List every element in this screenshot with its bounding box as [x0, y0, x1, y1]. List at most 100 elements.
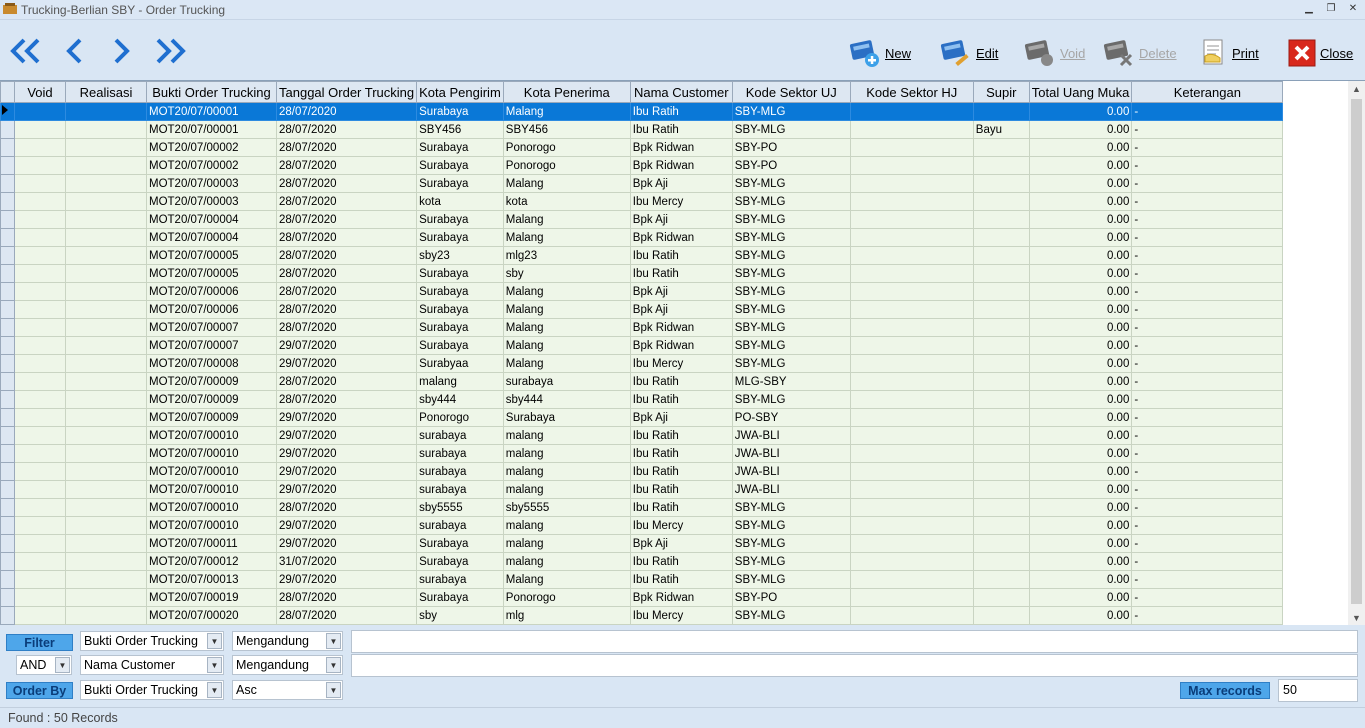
last-record-button[interactable]	[150, 33, 190, 69]
cell-supir[interactable]	[972, 264, 1030, 283]
cell-realisasi[interactable]	[65, 408, 147, 427]
cell-supir[interactable]	[972, 156, 1030, 175]
dropdown-arrow-icon[interactable]: ▼	[207, 682, 222, 698]
cell-supir[interactable]	[972, 498, 1030, 517]
cell-realisasi[interactable]	[65, 570, 147, 589]
table-row[interactable]: MOT20/07/00019 28/07/2020 Surabaya Ponorogo…	[0, 588, 1284, 607]
void-button[interactable]: Void	[1024, 36, 1085, 70]
cell-tanggal-order[interactable]: 28/07/2020	[275, 318, 418, 337]
row-indicator[interactable]	[0, 210, 15, 229]
cell-kode-sektor-hj[interactable]	[849, 300, 974, 319]
cell-kota-pengirim[interactable]: surabaya	[416, 516, 504, 535]
cell-total-uang-muka[interactable]: 0.00	[1028, 138, 1133, 157]
cell-kota-pengirim[interactable]: surabaya	[416, 570, 504, 589]
row-indicator[interactable]	[0, 534, 15, 553]
table-row[interactable]: MOT20/07/00005 28/07/2020 Surabaya sby Ibu R…	[0, 264, 1284, 283]
cell-tanggal-order[interactable]: 28/07/2020	[275, 174, 418, 193]
cell-realisasi[interactable]	[65, 138, 147, 157]
cell-tanggal-order[interactable]: 28/07/2020	[275, 264, 418, 283]
row-indicator[interactable]	[0, 120, 15, 139]
scroll-up-icon[interactable]: ▲	[1348, 81, 1365, 97]
filter-field1-select[interactable]: Bukti Order Trucking ▼	[80, 631, 224, 651]
cell-realisasi[interactable]	[65, 498, 147, 517]
cell-kode-sektor-hj[interactable]	[849, 372, 974, 391]
cell-tanggal-order[interactable]: 28/07/2020	[275, 192, 418, 211]
cell-supir[interactable]	[972, 408, 1030, 427]
cell-void[interactable]	[14, 282, 66, 301]
row-indicator[interactable]	[0, 426, 15, 445]
cell-bukti-order[interactable]: MOT20/07/00004	[146, 228, 277, 247]
row-indicator[interactable]	[0, 228, 15, 247]
table-row[interactable]: MOT20/07/00001 28/07/2020 Surabaya Malang Ib…	[0, 102, 1284, 121]
cell-kode-sektor-uj[interactable]: SBY-PO	[731, 588, 851, 607]
table-row[interactable]: MOT20/07/00004 28/07/2020 Surabaya Malang Bp…	[0, 210, 1284, 229]
cell-total-uang-muka[interactable]: 0.00	[1028, 462, 1133, 481]
cell-supir[interactable]	[972, 372, 1030, 391]
cell-realisasi[interactable]	[65, 588, 147, 607]
cell-void[interactable]	[14, 498, 66, 517]
cell-tanggal-order[interactable]: 31/07/2020	[275, 552, 418, 571]
cell-kota-penerima[interactable]: malang	[502, 534, 631, 553]
cell-kota-pengirim[interactable]: sby5555	[416, 498, 504, 517]
cell-bukti-order[interactable]: MOT20/07/00006	[146, 300, 277, 319]
table-row[interactable]: MOT20/07/00009 28/07/2020 sby444 sby444 Ibu …	[0, 390, 1284, 409]
cell-keterangan[interactable]: -	[1131, 336, 1284, 355]
table-row[interactable]: MOT20/07/00013 29/07/2020 surabaya Malang Ib…	[0, 570, 1284, 589]
cell-bukti-order[interactable]: MOT20/07/00005	[146, 264, 277, 283]
cell-total-uang-muka[interactable]: 0.00	[1028, 102, 1133, 121]
cell-kota-penerima[interactable]: SBY456	[502, 120, 631, 139]
cell-bukti-order[interactable]: MOT20/07/00003	[146, 192, 277, 211]
cell-kota-penerima[interactable]: Malang	[502, 282, 631, 301]
cell-supir[interactable]	[972, 390, 1030, 409]
cell-void[interactable]	[14, 300, 66, 319]
cell-void[interactable]	[14, 372, 66, 391]
cell-void[interactable]	[14, 588, 66, 607]
table-row[interactable]: MOT20/07/00010 29/07/2020 surabaya malang Ib…	[0, 426, 1284, 445]
cell-keterangan[interactable]: -	[1131, 318, 1284, 337]
cell-kota-pengirim[interactable]: kota	[416, 192, 504, 211]
cell-kota-penerima[interactable]: Ponorogo	[502, 588, 631, 607]
cell-nama-customer[interactable]: Ibu Mercy	[629, 606, 733, 625]
cell-kode-sektor-hj[interactable]	[849, 588, 974, 607]
table-row[interactable]: MOT20/07/00009 29/07/2020 Ponorogo Surabaya…	[0, 408, 1284, 427]
cell-keterangan[interactable]: -	[1131, 444, 1284, 463]
cell-kode-sektor-uj[interactable]: SBY-MLG	[731, 516, 851, 535]
print-button[interactable]: Print	[1200, 36, 1259, 70]
cell-kode-sektor-uj[interactable]: JWA-BLI	[731, 462, 851, 481]
cell-void[interactable]	[14, 336, 66, 355]
cell-kota-pengirim[interactable]: Surabaya	[416, 552, 504, 571]
cell-supir[interactable]	[972, 606, 1030, 625]
cell-nama-customer[interactable]: Ibu Ratih	[629, 390, 733, 409]
cell-kode-sektor-hj[interactable]	[849, 444, 974, 463]
cell-kode-sektor-hj[interactable]	[849, 552, 974, 571]
cell-total-uang-muka[interactable]: 0.00	[1028, 534, 1133, 553]
cell-nama-customer[interactable]: Ibu Ratih	[629, 426, 733, 445]
cell-keterangan[interactable]: -	[1131, 516, 1284, 535]
dropdown-arrow-icon[interactable]: ▼	[55, 657, 70, 673]
cell-kota-penerima[interactable]: Malang	[502, 570, 631, 589]
cell-bukti-order[interactable]: MOT20/07/00003	[146, 174, 277, 193]
cell-bukti-order[interactable]: MOT20/07/00010	[146, 516, 277, 535]
cell-kota-pengirim[interactable]: Surabaya	[416, 138, 504, 157]
cell-void[interactable]	[14, 138, 66, 157]
cell-bukti-order[interactable]: MOT20/07/00020	[146, 606, 277, 625]
cell-keterangan[interactable]: -	[1131, 354, 1284, 373]
column-header-kota-pengirim[interactable]: Kota Pengirim	[416, 81, 504, 103]
cell-supir[interactable]	[972, 246, 1030, 265]
table-row[interactable]: MOT20/07/00002 28/07/2020 Surabaya Ponorogo…	[0, 156, 1284, 175]
cell-kode-sektor-uj[interactable]: SBY-MLG	[731, 336, 851, 355]
cell-kota-pengirim[interactable]: surabaya	[416, 444, 504, 463]
column-header-keterangan[interactable]: Keterangan	[1131, 81, 1284, 103]
cell-supir[interactable]	[972, 102, 1030, 121]
table-row[interactable]: MOT20/07/00003 28/07/2020 kota kota Ibu Merc…	[0, 192, 1284, 211]
cell-bukti-order[interactable]: MOT20/07/00001	[146, 120, 277, 139]
cell-kode-sektor-hj[interactable]	[849, 498, 974, 517]
cell-kota-penerima[interactable]: kota	[502, 192, 631, 211]
cell-kode-sektor-uj[interactable]: JWA-BLI	[731, 426, 851, 445]
dropdown-arrow-icon[interactable]: ▼	[326, 657, 341, 673]
row-indicator[interactable]	[0, 354, 15, 373]
cell-nama-customer[interactable]: Bpk Ridwan	[629, 228, 733, 247]
cell-keterangan[interactable]: -	[1131, 408, 1284, 427]
filter-value2-input[interactable]	[351, 654, 1358, 677]
cell-kota-penerima[interactable]: mlg	[502, 606, 631, 625]
